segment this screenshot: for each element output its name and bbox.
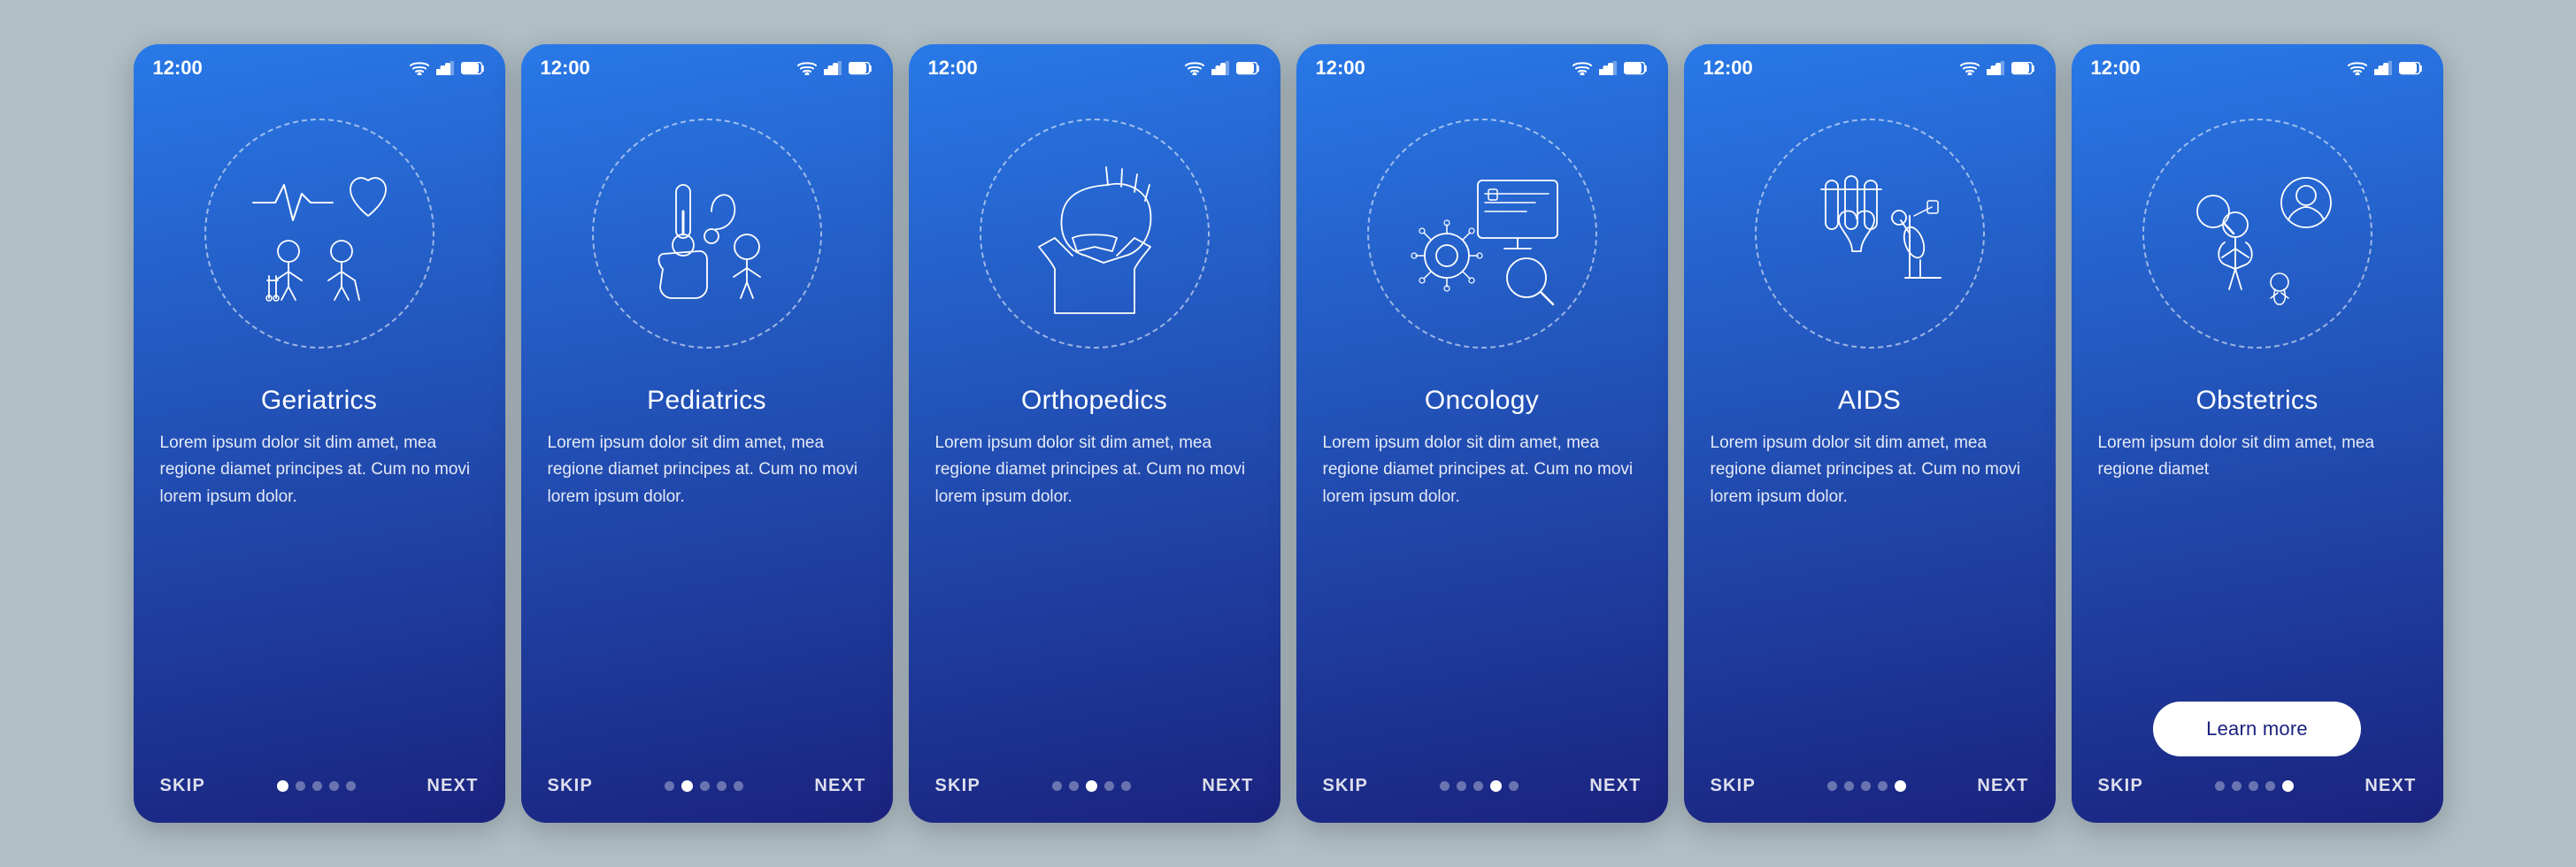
status-time-5: 12:00 [1703,57,1753,80]
learn-more-button[interactable]: Learn more [2153,702,2361,756]
icon-area-aids [1737,101,2003,366]
dots-oncology [1440,780,1519,792]
card-body-oncology: Lorem ipsum dolor sit dim amet, mea regi… [1296,430,1668,756]
card-footer-obstetrics: SKIP NEXT [2072,756,2443,796]
dot-1 [296,781,305,791]
card-body-orthopedics: Lorem ipsum dolor sit dim amet, mea regi… [909,430,1280,756]
status-bar-5: 12:00 [1684,44,2056,85]
dot-o0 [1052,781,1062,791]
dot-0 [277,780,288,792]
status-time-6: 12:00 [2091,57,2141,80]
dot-on0 [1440,781,1449,791]
dot-ob4 [2282,780,2294,792]
card-pediatrics: 12:00 [521,44,893,823]
next-button-geriatrics[interactable]: NEXT [427,776,478,796]
dots-aids [1827,780,1906,792]
dots-geriatrics [277,780,356,792]
status-bar-3: 12:00 [909,44,1280,85]
dot-a0 [1827,781,1837,791]
status-bar: 12:00 [134,44,505,85]
dot-p1 [681,780,693,792]
dot-p3 [717,781,727,791]
status-icons-4 [1573,61,1649,75]
dot-o1 [1069,781,1079,791]
status-icons [410,61,486,75]
dot-on1 [1457,781,1466,791]
skip-button-oncology[interactable]: SKIP [1323,776,1368,796]
dot-a4 [1895,780,1906,792]
dot-a3 [1878,781,1888,791]
card-title-orthopedics: Orthopedics [1021,386,1167,416]
dot-on3 [1490,780,1502,792]
card-oncology: 12:00 [1296,44,1668,823]
dot-o2 [1086,780,1097,792]
card-geriatrics: 12:00 [134,44,505,823]
next-button-orthopedics[interactable]: NEXT [1202,776,1253,796]
card-footer-aids: SKIP NEXT [1684,756,2056,796]
skip-button-obstetrics[interactable]: SKIP [2098,776,2143,796]
skip-button-aids[interactable]: SKIP [1711,776,1756,796]
dot-on2 [1473,781,1483,791]
skip-button-geriatrics[interactable]: SKIP [160,776,205,796]
dot-ob0 [2215,781,2225,791]
card-footer-orthopedics: SKIP NEXT [909,756,1280,796]
status-bar-2: 12:00 [521,44,893,85]
status-bar-6: 12:00 [2072,44,2443,85]
card-body-geriatrics: Lorem ipsum dolor sit dim amet, mea regi… [134,430,505,756]
card-title-oncology: Oncology [1425,386,1539,416]
icon-area-geriatrics [187,101,452,366]
dots-obstetrics [2215,780,2294,792]
skip-button-pediatrics[interactable]: SKIP [548,776,593,796]
status-bar-4: 12:00 [1296,44,1668,85]
card-obstetrics: 12:00 [2072,44,2443,823]
dot-o4 [1121,781,1131,791]
card-title-obstetrics: Obstetrics [2195,386,2318,416]
dot-ob3 [2265,781,2275,791]
card-footer-pediatrics: SKIP NEXT [521,756,893,796]
status-icons-5 [1960,61,2036,75]
icon-area-pediatrics [574,101,840,366]
status-time-4: 12:00 [1316,57,1365,80]
dot-o3 [1104,781,1114,791]
dot-a1 [1844,781,1854,791]
dot-a2 [1861,781,1871,791]
dot-2 [312,781,322,791]
dot-on4 [1509,781,1519,791]
dots-orthopedics [1052,780,1131,792]
card-body-obstetrics: Lorem ipsum dolor sit dim amet, mea regi… [2072,430,2443,686]
icon-area-orthopedics [962,101,1227,366]
card-aids: 12:00 [1684,44,2056,823]
card-title-geriatrics: Geriatrics [261,386,377,416]
next-button-pediatrics[interactable]: NEXT [814,776,865,796]
card-footer-geriatrics: SKIP NEXT [134,756,505,796]
dot-4 [346,781,356,791]
status-time-2: 12:00 [541,57,590,80]
card-title-aids: AIDS [1838,386,1901,416]
status-icons-6 [2348,61,2424,75]
status-time: 12:00 [153,57,203,80]
next-button-obstetrics[interactable]: NEXT [2365,776,2416,796]
status-icons-2 [797,61,873,75]
dot-ob2 [2249,781,2258,791]
next-button-aids[interactable]: NEXT [1977,776,2028,796]
card-orthopedics: 12:00 [909,44,1280,823]
dot-3 [329,781,339,791]
status-icons-3 [1185,61,1261,75]
dot-p4 [734,781,743,791]
dot-p0 [665,781,674,791]
status-time-3: 12:00 [928,57,978,80]
dots-pediatrics [665,780,743,792]
card-body-pediatrics: Lorem ipsum dolor sit dim amet, mea regi… [521,430,893,756]
dot-p2 [700,781,710,791]
dot-ob1 [2232,781,2242,791]
icon-area-obstetrics [2125,101,2390,366]
skip-button-orthopedics[interactable]: SKIP [935,776,980,796]
cards-container: 12:00 [98,18,2479,849]
card-title-pediatrics: Pediatrics [647,386,766,416]
next-button-oncology[interactable]: NEXT [1589,776,1641,796]
icon-area-oncology [1350,101,1615,366]
card-body-aids: Lorem ipsum dolor sit dim amet, mea regi… [1684,430,2056,756]
card-footer-oncology: SKIP NEXT [1296,756,1668,796]
